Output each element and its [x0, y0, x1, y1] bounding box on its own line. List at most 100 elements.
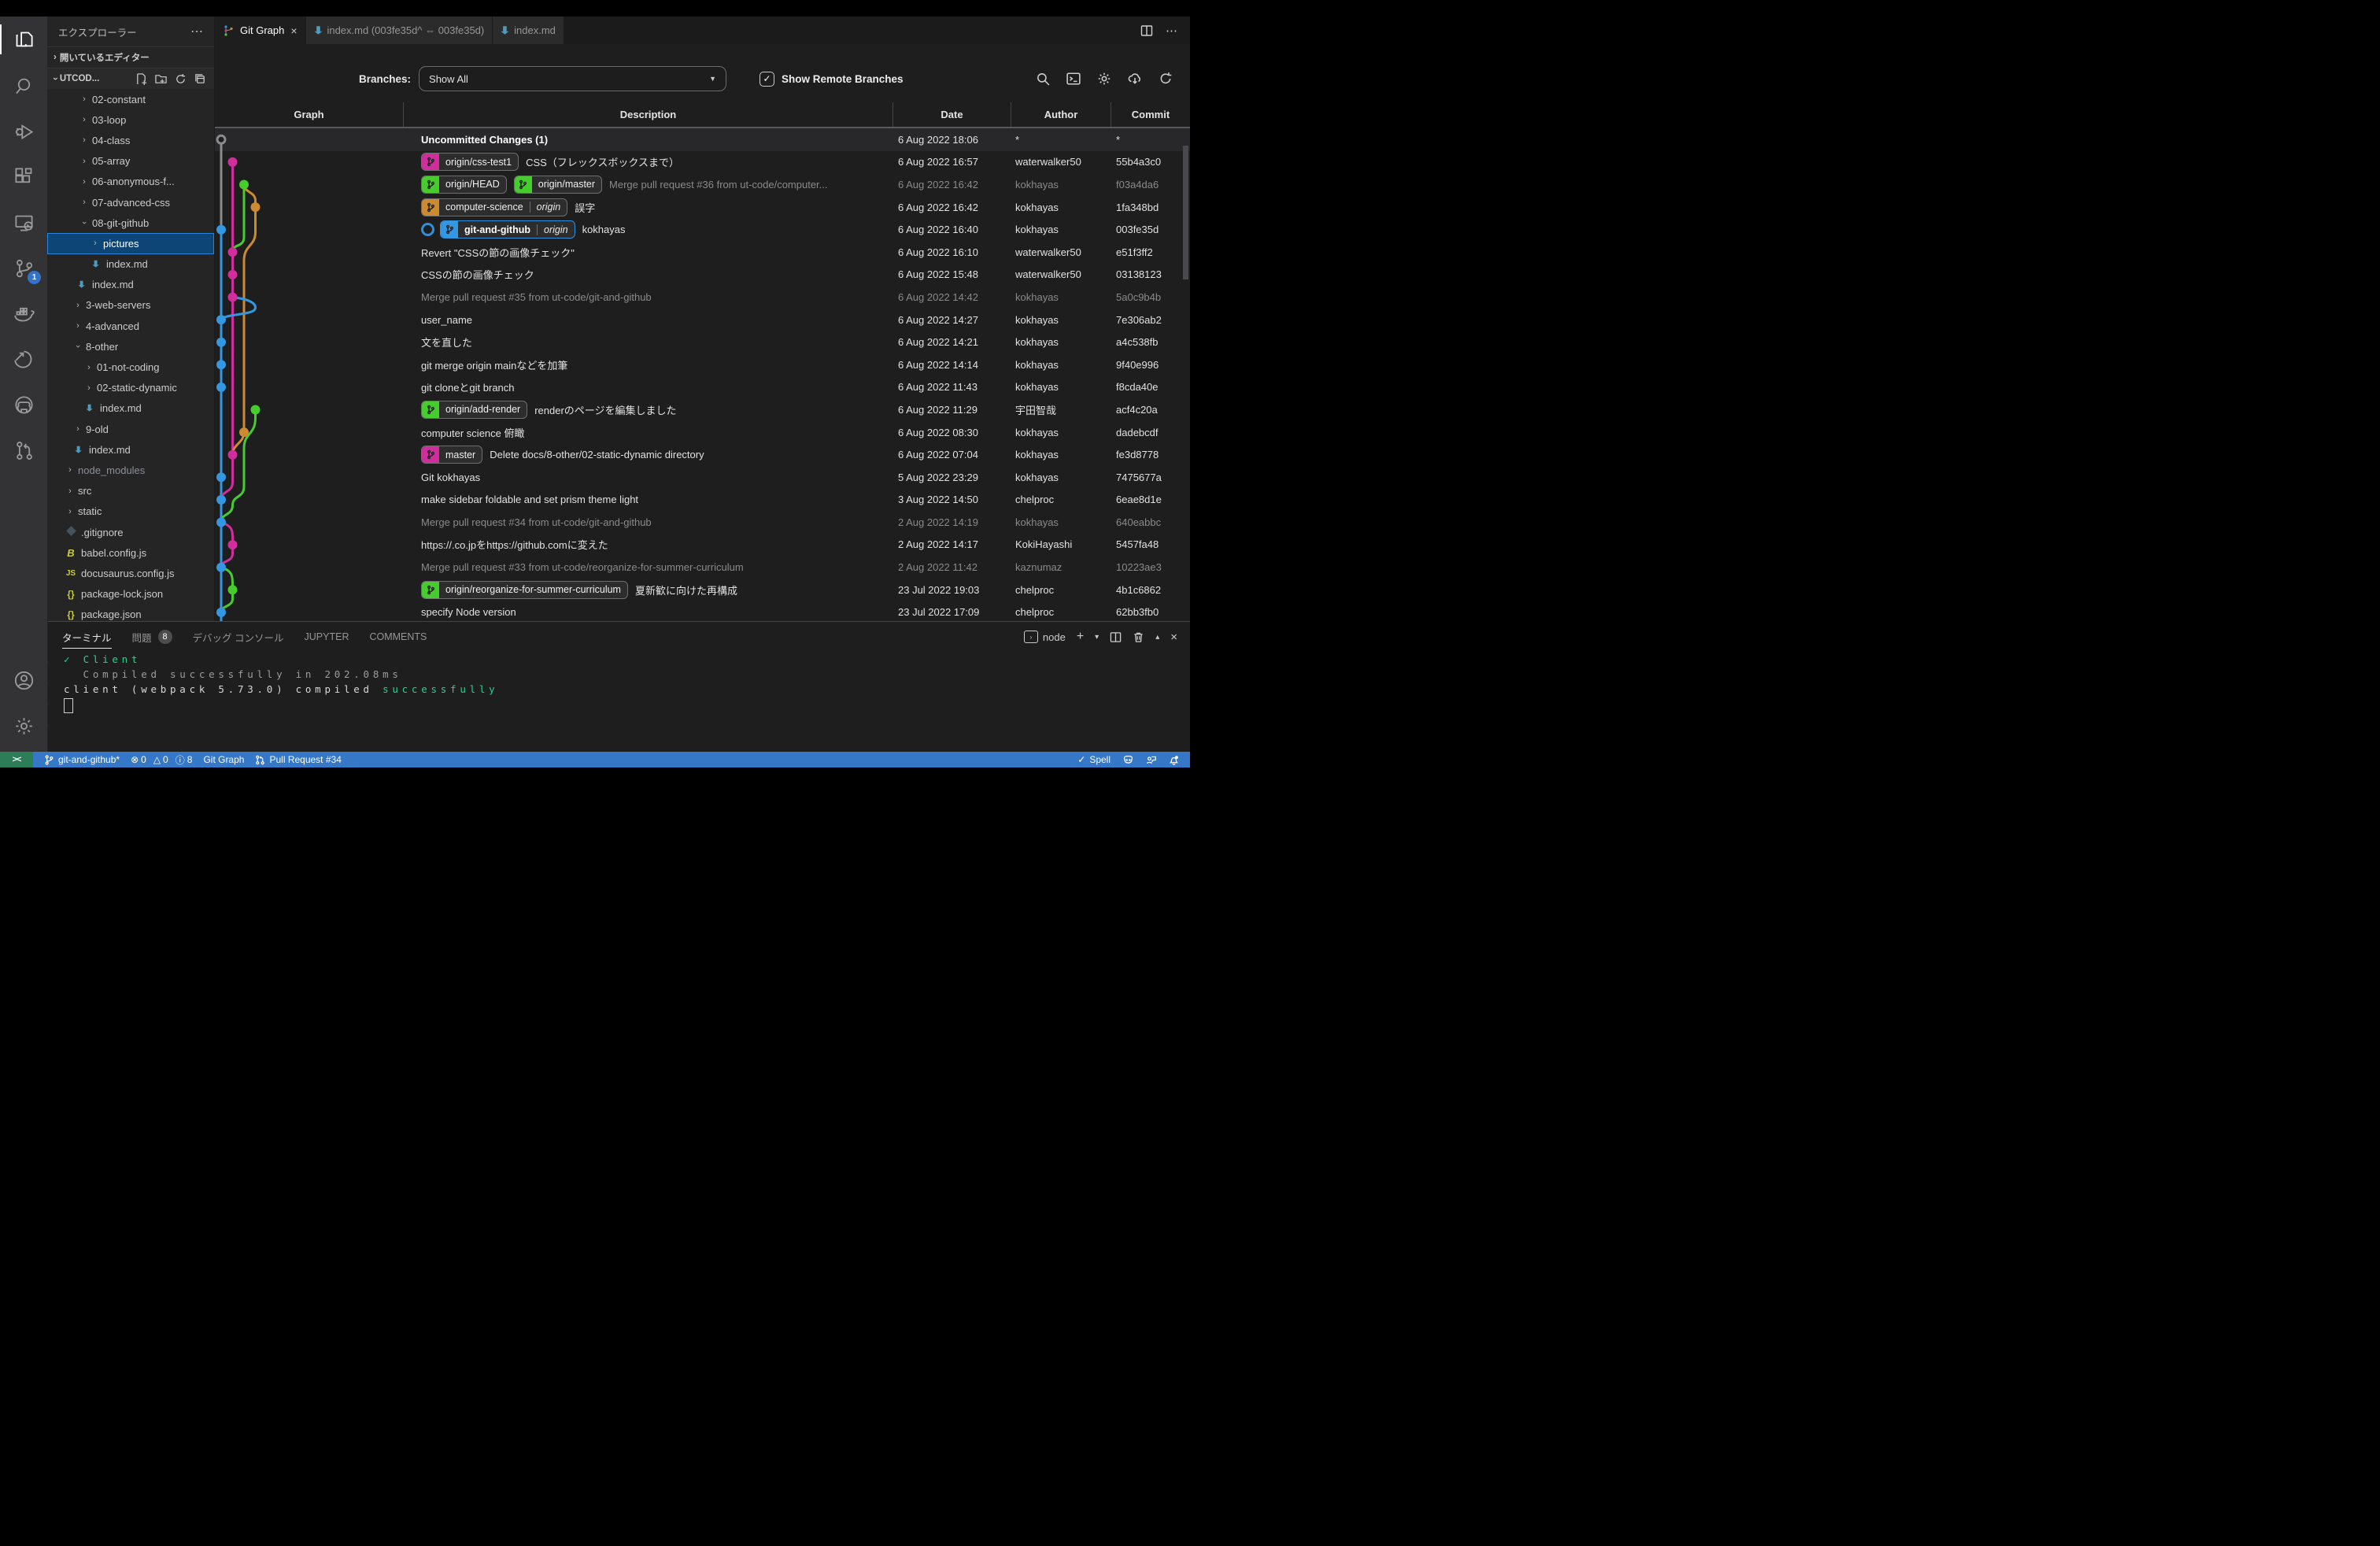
- activity-settings-gear-icon[interactable]: [0, 703, 47, 749]
- activity-gitlens-icon[interactable]: [0, 336, 47, 382]
- branch-badge[interactable]: origin/HEAD: [421, 176, 507, 194]
- commit-row[interactable]: computer-scienceorigin誤字6 Aug 2022 16:42…: [215, 196, 1190, 219]
- branch-badge[interactable]: git-and-githuborigin: [440, 220, 575, 239]
- terminal-icon[interactable]: [1066, 72, 1081, 86]
- tree-item-02-static-dynamic[interactable]: ›02-static-dynamic: [47, 378, 214, 398]
- activity-docker-icon[interactable]: [0, 290, 47, 336]
- commit-row[interactable]: git cloneとgit branch6 Aug 2022 11:43kokh…: [215, 376, 1190, 399]
- commit-row[interactable]: https://.co.jpをhttps://github.comに変えた2 A…: [215, 534, 1190, 557]
- commit-row[interactable]: Merge pull request #33 from ut-code/reor…: [215, 556, 1190, 579]
- cloud-download-icon[interactable]: [1128, 72, 1142, 86]
- panel-tab-ターミナル[interactable]: ターミナル: [62, 622, 112, 652]
- tree-item-docusaurus-config-js[interactable]: JSdocusaurus.config.js: [47, 563, 214, 583]
- commit-row[interactable]: git merge origin mainなどを加筆6 Aug 2022 14:…: [215, 353, 1190, 376]
- commit-row[interactable]: origin/HEADorigin/masterMerge pull reque…: [215, 173, 1190, 196]
- new-terminal-icon[interactable]: +: [1077, 630, 1084, 644]
- tree-item-03-loop[interactable]: ›03-loop: [47, 109, 214, 130]
- tree-item-9-old[interactable]: ›9-old: [47, 419, 214, 439]
- remote-indicator[interactable]: ><: [0, 752, 33, 767]
- commit-row[interactable]: origin/css-test1CSS（フレックスボックスまで）6 Aug 20…: [215, 151, 1190, 174]
- branch-badge[interactable]: computer-scienceorigin: [421, 198, 567, 216]
- branch-badge[interactable]: origin/reorganize-for-summer-curriculum: [421, 581, 628, 599]
- commit-row[interactable]: Merge pull request #34 from ut-code/git-…: [215, 511, 1190, 534]
- show-remote-branches-checkbox[interactable]: ✓ Show Remote Branches: [759, 72, 904, 87]
- problems-status[interactable]: ⊗0 △0 ⓘ8: [131, 753, 192, 767]
- commit-row[interactable]: Git kokhayas5 Aug 2022 23:29kokhayas7475…: [215, 466, 1190, 489]
- open-editors-section[interactable]: › 開いているエディター: [47, 46, 214, 68]
- branch-badge[interactable]: master: [421, 446, 482, 464]
- commit-row[interactable]: Revert "CSSの節の画像チェック"6 Aug 2022 16:10wat…: [215, 241, 1190, 264]
- commit-row[interactable]: origin/reorganize-for-summer-curriculum夏…: [215, 579, 1190, 601]
- tree-item-07-advanced-css[interactable]: ›07-advanced-css: [47, 192, 214, 213]
- tree-item-02-constant[interactable]: ›02-constant: [47, 89, 214, 109]
- tree-item-06-anonymous-f-[interactable]: ›06-anonymous-f...: [47, 172, 214, 192]
- tree-item-node-modules[interactable]: ›node_modules: [47, 460, 214, 480]
- chevron-down-icon[interactable]: ▾: [1095, 633, 1099, 642]
- terminal-picker[interactable]: ›node: [1024, 631, 1066, 643]
- sidebar-more-icon[interactable]: ⋯: [190, 24, 203, 39]
- tree-item-8-other[interactable]: ›8-other: [47, 336, 214, 357]
- gear-icon[interactable]: [1097, 72, 1111, 86]
- more-actions-icon[interactable]: ⋯: [1166, 24, 1179, 38]
- activity-account-icon[interactable]: [0, 657, 47, 703]
- commit-row[interactable]: user_name6 Aug 2022 14:27kokhayas7e306ab…: [215, 309, 1190, 331]
- tree-item-01-not-coding[interactable]: ›01-not-coding: [47, 357, 214, 377]
- new-folder-icon[interactable]: [155, 73, 167, 85]
- tab-index-md[interactable]: ⬇index.md: [493, 17, 564, 44]
- branch-badge[interactable]: origin/add-render: [421, 401, 527, 419]
- git-graph-status[interactable]: Git Graph: [203, 754, 244, 765]
- tree-item-index-md[interactable]: ⬇index.md: [47, 275, 214, 295]
- tab-git[interactable]: Git Graph×: [215, 17, 306, 44]
- collapse-all-icon[interactable]: [194, 73, 206, 85]
- panel-tab-JUPYTER[interactable]: JUPYTER: [305, 622, 349, 652]
- tree-item-08-git-github[interactable]: ›08-git-github: [47, 213, 214, 233]
- activity-remote-explorer-icon[interactable]: [0, 199, 47, 245]
- activity-run-debug-icon[interactable]: [0, 108, 47, 153]
- tree-item-04-class[interactable]: ›04-class: [47, 130, 214, 150]
- trash-icon[interactable]: [1133, 631, 1144, 643]
- spell-status[interactable]: ✓Spell: [1077, 754, 1111, 765]
- panel-tab-デバッグ コンソール[interactable]: デバッグ コンソール: [193, 622, 284, 652]
- git-branch-status[interactable]: git-and-github*: [44, 754, 120, 765]
- tree-item-3-web-servers[interactable]: ›3-web-servers: [47, 295, 214, 316]
- refresh-icon[interactable]: [1159, 72, 1173, 86]
- maximize-panel-icon[interactable]: ▴: [1155, 633, 1159, 642]
- activity-source-control-icon[interactable]: 1: [0, 245, 47, 290]
- new-file-icon[interactable]: [135, 73, 147, 85]
- activity-search-icon[interactable]: [0, 62, 47, 108]
- feedback-status[interactable]: [1146, 755, 1156, 765]
- tree-item-babel-config-js[interactable]: Bbabel.config.js: [47, 542, 214, 563]
- activity-extensions-icon[interactable]: [0, 153, 47, 199]
- tree-item-index-md[interactable]: ⬇index.md: [47, 254, 214, 275]
- activity-explorer-icon[interactable]: [0, 17, 47, 62]
- notifications-status[interactable]: [1169, 755, 1179, 765]
- search-icon[interactable]: [1036, 72, 1050, 86]
- panel-tab-問題[interactable]: 問題8: [132, 622, 172, 652]
- close-panel-icon[interactable]: ×: [1170, 631, 1177, 644]
- tree-item-05-array[interactable]: ›05-array: [47, 151, 214, 172]
- tree-item--gitignore[interactable]: .gitignore: [47, 522, 214, 542]
- commit-row[interactable]: Merge pull request #35 from ut-code/git-…: [215, 286, 1190, 309]
- pull-request-status[interactable]: Pull Request #34: [255, 754, 341, 765]
- tree-item-pictures[interactable]: ›pictures: [47, 233, 214, 253]
- tree-item-4-advanced[interactable]: ›4-advanced: [47, 316, 214, 336]
- commit-row[interactable]: specify Node version23 Jul 2022 17:09che…: [215, 601, 1190, 623]
- commit-row[interactable]: masterDelete docs/8-other/02-static-dyna…: [215, 443, 1190, 466]
- refresh-icon[interactable]: [175, 73, 187, 85]
- commit-row[interactable]: 文を直した6 Aug 2022 14:21kokhayasa4c538fb: [215, 331, 1190, 353]
- commit-row[interactable]: make sidebar foldable and set prism them…: [215, 489, 1190, 512]
- scrollbar[interactable]: [1183, 146, 1188, 279]
- panel-tab-COMMENTS[interactable]: COMMENTS: [369, 622, 427, 652]
- branch-badge[interactable]: origin/css-test1: [421, 153, 519, 171]
- commit-row[interactable]: Uncommitted Changes (1)6 Aug 2022 18:06*…: [215, 128, 1190, 151]
- tree-item-index-md[interactable]: ⬇index.md: [47, 439, 214, 460]
- activity-pull-request-icon[interactable]: [0, 427, 47, 473]
- commit-row[interactable]: origin/add-renderrenderのページを編集しました6 Aug …: [215, 398, 1190, 421]
- branch-badge[interactable]: origin/master: [514, 176, 602, 194]
- branches-dropdown[interactable]: Show All ▼: [419, 66, 726, 91]
- tree-item-package-lock-json[interactable]: {}package-lock.json: [47, 584, 214, 605]
- commit-row[interactable]: git-and-githuboriginkokhayas6 Aug 2022 1…: [215, 218, 1190, 241]
- tree-item-src[interactable]: ›src: [47, 481, 214, 501]
- commit-row[interactable]: computer science 俯瞰6 Aug 2022 08:30kokha…: [215, 421, 1190, 444]
- workspace-section[interactable]: › UTCOD...: [47, 68, 214, 89]
